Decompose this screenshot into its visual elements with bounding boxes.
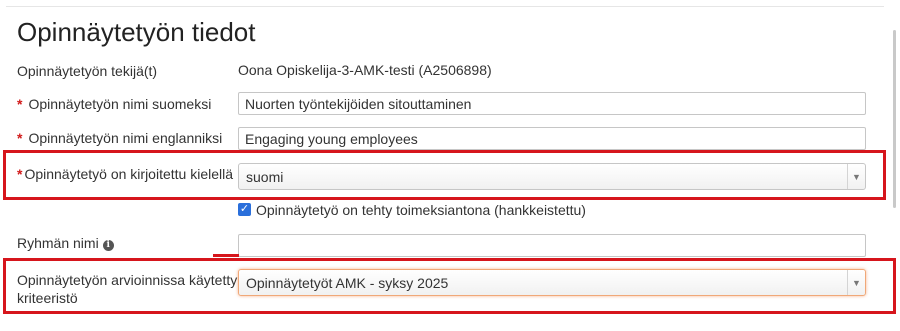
name-fi-input[interactable]: Nuorten työntekijöiden sitouttaminen	[238, 92, 866, 115]
required-marker: *	[17, 130, 23, 146]
authors-value: Oona Opiskelija-3-AMK-testi (A2506898)	[238, 62, 492, 78]
criteria-select[interactable]: Opinnäytetyöt AMK - syksy 2025 ▼	[238, 269, 866, 296]
scrollbar[interactable]	[893, 30, 896, 208]
criteria-select-value: Opinnäytetyöt AMK - syksy 2025	[246, 275, 449, 291]
group-name-label-text: Ryhmän nimi	[17, 235, 99, 251]
language-select[interactable]: suomi ▼	[238, 163, 866, 190]
authors-label: Opinnäytetyön tekijä(t)	[17, 63, 158, 79]
triangle-down-icon: ▼	[847, 164, 865, 189]
criteria-label: Opinnäytetyön arvioinnissa käytetty krit…	[17, 271, 237, 307]
page-title: Opinnäytetyön tiedot	[17, 17, 256, 47]
required-marker: *	[17, 166, 23, 182]
check-icon: ✓	[239, 203, 250, 215]
language-label-text: Opinnäytetyö on kirjoitettu kielellä	[24, 166, 234, 182]
info-circle-icon[interactable]: i	[102, 239, 114, 251]
language-label: * Opinnäytetyö on kirjoitettu kielellä	[17, 165, 233, 183]
name-en-label: * Opinnäytetyön nimi englanniksi	[17, 129, 222, 147]
required-marker: *	[17, 96, 23, 112]
highlight-mark	[213, 254, 239, 257]
criteria-label-line1: Opinnäytetyön arvioinnissa käytetty	[17, 272, 238, 288]
name-en-label-text: Opinnäytetyön nimi englanniksi	[28, 130, 223, 146]
triangle-down-icon: ▼	[847, 270, 865, 295]
name-en-input[interactable]: Engaging young employees	[238, 127, 866, 150]
language-select-value: suomi	[246, 169, 284, 185]
commissioned-label: Opinnäytetyö on tehty toimeksiantona (ha…	[256, 202, 586, 218]
group-name-input[interactable]	[238, 234, 866, 257]
name-fi-label: * Opinnäytetyön nimi suomeksi	[17, 95, 211, 113]
name-fi-label-text: Opinnäytetyön nimi suomeksi	[28, 96, 212, 112]
top-divider	[6, 6, 884, 7]
commissioned-checkbox[interactable]: ✓	[238, 203, 251, 216]
group-name-label: Ryhmän nimi i	[17, 234, 114, 252]
criteria-label-line2: kriteeristö	[17, 290, 78, 306]
